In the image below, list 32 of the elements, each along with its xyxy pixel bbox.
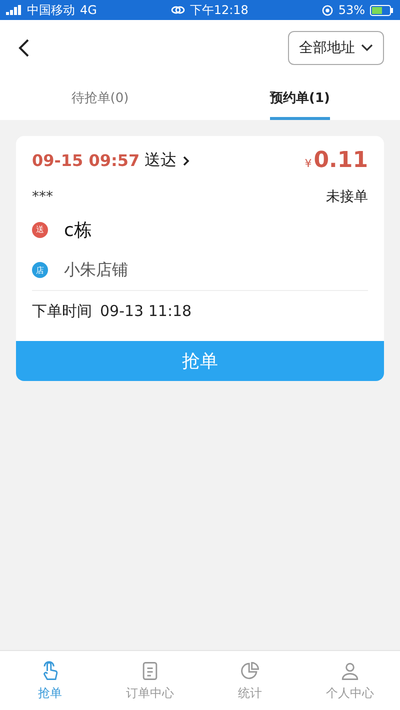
stop-name: c栋 xyxy=(64,218,92,242)
chevron-down-icon xyxy=(361,44,373,52)
stop-name: 小朱店铺 xyxy=(64,260,128,280)
back-icon[interactable] xyxy=(18,38,30,58)
network-type: 4G xyxy=(80,3,97,17)
order-time-label: 下单时间 xyxy=(32,302,92,320)
stop-badge: 送 xyxy=(32,222,48,238)
clock-time: 下午12:18 xyxy=(190,2,248,18)
delivery-label: 送达 xyxy=(144,150,177,171)
delivery-time: 09-15 09:57 xyxy=(32,151,140,170)
grab-order-button[interactable]: 抢单 xyxy=(16,341,384,381)
customer-name: *** xyxy=(32,189,53,205)
battery-icon xyxy=(370,4,394,16)
nav-tab[interactable]: 统计 xyxy=(200,651,300,710)
chevron-right-icon xyxy=(182,154,190,166)
tab[interactable]: 预约单(1) xyxy=(200,76,400,120)
pie-chart-icon xyxy=(239,660,261,682)
order-time: 09-13 11:18 xyxy=(100,302,192,320)
battery-percent: 53% xyxy=(338,3,365,17)
signal-icon xyxy=(6,5,22,15)
nav-tab[interactable]: 抢单 xyxy=(0,651,100,710)
address-filter-dropdown[interactable]: 全部地址 xyxy=(288,31,384,65)
tab[interactable]: 待抢单(0) xyxy=(0,76,200,120)
nav-tab[interactable]: 个人中心 xyxy=(300,651,400,710)
order-price: 0.11 xyxy=(314,148,368,173)
carrier-name: 中国移动 xyxy=(27,2,75,18)
rotation-lock-icon xyxy=(322,4,334,16)
order-status: 未接单 xyxy=(326,188,368,206)
stop-badge: 店 xyxy=(32,262,48,278)
currency-symbol: ¥ xyxy=(304,157,312,170)
nav-tab[interactable]: 订单中心 xyxy=(100,651,200,710)
link-icon xyxy=(170,5,185,15)
